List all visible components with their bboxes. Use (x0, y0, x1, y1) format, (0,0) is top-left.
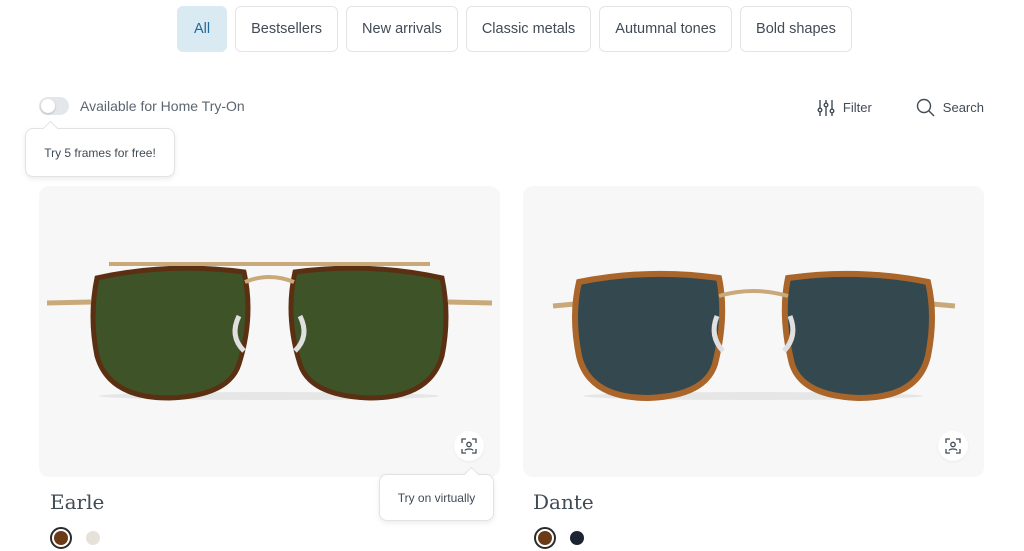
face-scan-icon (945, 438, 961, 454)
toggle-knob (41, 99, 55, 113)
color-swatch[interactable] (50, 527, 72, 549)
toolbar-tools: Filter Search (817, 98, 984, 117)
chip-bold-shapes[interactable]: Bold shapes (740, 6, 852, 52)
home-try-on-toggle[interactable] (39, 97, 69, 115)
chip-classic-metals[interactable]: Classic metals (465, 6, 592, 52)
product-name[interactable]: Earle (50, 490, 104, 514)
search-label: Search (942, 100, 984, 115)
color-swatches (534, 527, 588, 549)
color-swatch[interactable] (566, 527, 588, 549)
color-swatch[interactable] (82, 527, 104, 549)
swatch-dot (54, 531, 68, 545)
chip-bestsellers[interactable]: Bestsellers (235, 6, 339, 52)
collection-filter-chips: All Bestsellers New arrivals Classic met… (177, 6, 852, 52)
search-icon (916, 98, 935, 117)
try-on-virtually-button[interactable] (454, 431, 484, 461)
swatch-dot (86, 531, 100, 545)
chip-all[interactable]: All (177, 6, 228, 52)
filter-button[interactable]: Filter (817, 99, 872, 117)
try-on-virtually-button[interactable] (938, 431, 968, 461)
swatch-dot (538, 531, 552, 545)
product-name[interactable]: Dante (533, 490, 594, 514)
swatch-dot (570, 531, 584, 545)
product-card-dante[interactable] (523, 186, 984, 477)
try-frames-tooltip: Try 5 frames for free! (25, 128, 175, 177)
chip-new-arrivals[interactable]: New arrivals (346, 6, 458, 52)
face-scan-icon (461, 438, 477, 454)
dante-glasses-image (552, 270, 956, 402)
home-try-on-row: Available for Home Try-On (39, 97, 245, 115)
color-swatches (50, 527, 104, 549)
filter-label: Filter (842, 100, 872, 115)
product-card-earle[interactable] (39, 186, 500, 477)
sliders-icon (817, 99, 835, 116)
color-swatch[interactable] (534, 527, 556, 549)
search-button[interactable]: Search (916, 98, 984, 117)
chip-autumnal-tones[interactable]: Autumnal tones (599, 6, 733, 52)
home-try-on-label: Available for Home Try-On (80, 98, 245, 114)
try-on-virtually-tooltip: Try on virtually (379, 474, 494, 521)
earle-glasses-image (46, 262, 493, 401)
